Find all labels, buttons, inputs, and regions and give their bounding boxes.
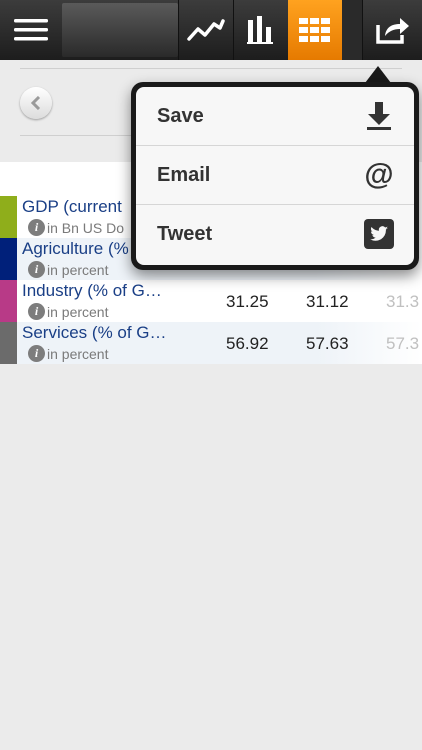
indicator-name[interactable]: GDP (current [22, 197, 122, 217]
series-color-swatch [0, 322, 17, 364]
bar-chart-icon [247, 16, 273, 44]
bar-chart-view-button[interactable] [233, 0, 288, 60]
indicator-unit: i in Bn US Do [28, 219, 124, 236]
table-grid-icon [299, 18, 330, 42]
indicator-name[interactable]: Industry (% of G… [22, 281, 162, 301]
share-menu: Save Email @ Tweet [136, 87, 414, 265]
email-menu-item[interactable]: Email @ [136, 146, 414, 205]
line-chart-icon [187, 19, 225, 41]
divider [20, 68, 402, 69]
menu-button[interactable] [0, 0, 62, 60]
info-icon[interactable]: i [28, 219, 45, 236]
series-color-swatch [0, 238, 17, 280]
table-cell-value: 56.92 [226, 334, 269, 353]
info-icon[interactable]: i [28, 261, 45, 278]
previous-button[interactable] [20, 87, 52, 119]
unit-label: in percent [47, 345, 109, 362]
table-cell-value: 31.3 [386, 292, 420, 311]
unit-label: in percent [47, 303, 109, 320]
indicator-unit: i in percent [28, 345, 108, 362]
unit-label: in Bn US Do [47, 219, 125, 236]
share-button[interactable] [362, 0, 422, 60]
chevron-left-icon [31, 96, 41, 110]
hamburger-menu-icon [14, 19, 48, 41]
table-cell-value: 31.25 [226, 292, 269, 311]
info-icon[interactable]: i [28, 345, 45, 362]
menu-item-label: Tweet [157, 222, 213, 245]
menu-item-label: Save [157, 104, 204, 127]
table-cell-value: 57.3 [386, 334, 420, 353]
table-view-button[interactable] [288, 0, 342, 60]
series-color-swatch [0, 196, 17, 238]
toolbar [0, 0, 422, 60]
series-color-swatch [0, 280, 17, 322]
table-row[interactable]: Services (% of G… i in percent 56.92 57.… [0, 322, 422, 364]
at-sign-icon: @ [364, 158, 394, 191]
menu-item-label: Email [157, 163, 211, 186]
table-cell-value: 31.12 [306, 292, 349, 311]
indicator-unit: i in percent [28, 303, 108, 320]
download-icon [362, 99, 396, 133]
toolbar-gap [342, 0, 362, 60]
table-row[interactable]: Industry (% of G… i in percent 31.25 31.… [0, 280, 422, 322]
info-icon[interactable]: i [28, 303, 45, 320]
table-cell-value: 57.63 [306, 334, 349, 353]
indicator-name[interactable]: Agriculture (% [22, 239, 129, 259]
indicator-unit: i in percent [28, 261, 108, 278]
share-popover: Save Email @ Tweet [131, 82, 419, 270]
indicator-name[interactable]: Services (% of G… [22, 323, 167, 343]
line-chart-view-button[interactable] [178, 0, 233, 60]
share-icon [376, 18, 409, 44]
popover-arrow [365, 66, 391, 83]
unit-label: in percent [47, 261, 109, 278]
tweet-menu-item[interactable]: Tweet [136, 205, 414, 263]
save-menu-item[interactable]: Save [136, 87, 414, 146]
toolbar-spacer [62, 3, 178, 57]
twitter-icon [362, 217, 396, 251]
